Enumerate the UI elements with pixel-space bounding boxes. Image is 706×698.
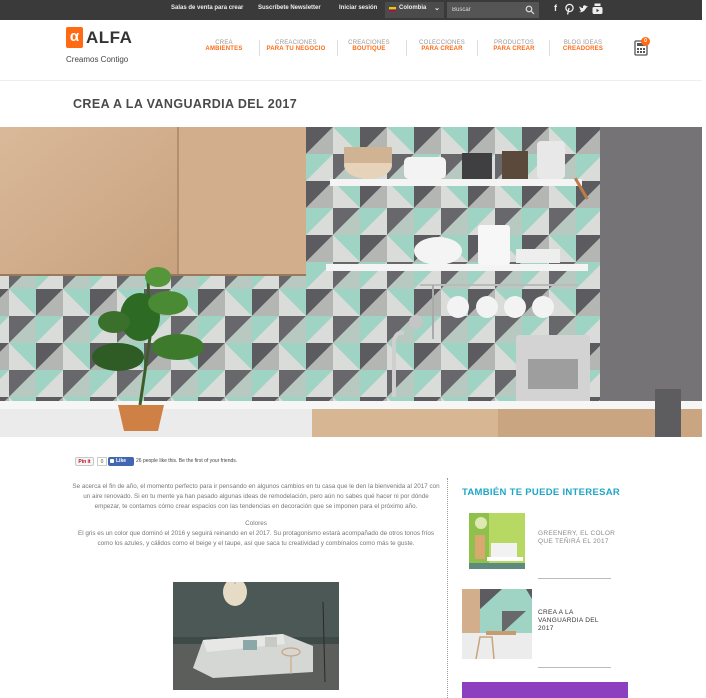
article-subheading: Colores [245, 520, 267, 527]
nav-bottom-label: BOUTIQUE [352, 46, 386, 52]
nav-creaciones-negocio[interactable]: CREACIONES PARA TU NEGOCIO [261, 40, 331, 52]
search-icon[interactable] [525, 5, 535, 15]
pin-count: 0 [97, 457, 107, 466]
related-divider [538, 578, 611, 579]
facebook-like-button[interactable]: Like [108, 457, 134, 466]
pinterest-icon[interactable] [564, 3, 575, 16]
colombia-flag-icon [389, 7, 396, 12]
country-label: Colombia [399, 5, 427, 11]
brand-logo[interactable]: α ALFA Creamos Contigo [66, 27, 156, 67]
login-link[interactable]: Iniciar sesión [339, 5, 377, 11]
nav-bottom-label: PARA CREAR [493, 46, 535, 52]
nav-blog-ideas[interactable]: BLOG IDEAS CREADORES [557, 40, 609, 52]
sidebar-promo-banner[interactable] [462, 682, 628, 698]
brand-name: ALFA [86, 28, 133, 47]
living-room-image [173, 582, 339, 690]
cart-count-badge: 0 [641, 37, 650, 46]
nav-bottom-label: PARA CREAR [421, 46, 463, 52]
nav-divider [406, 40, 407, 56]
related-item-greenery[interactable]: GREENERY, EL COLOR QUE TEÑIRÁ EL 2017 [462, 513, 622, 569]
country-select[interactable]: Colombia ⌄ [385, 2, 444, 18]
nav-divider [259, 40, 260, 56]
nav-bottom-label: AMBIENTES [205, 46, 243, 52]
nav-colecciones[interactable]: COLECCIONES PARA CREAR [413, 40, 471, 52]
content-sidebar-divider [447, 478, 448, 698]
search-input[interactable] [447, 2, 525, 18]
nav-divider [549, 40, 550, 56]
header-divider [0, 80, 702, 81]
facebook-like-text: 26 people like this. Be the first of you… [136, 458, 238, 464]
nav-divider [477, 40, 478, 56]
nav-creaciones-boutique[interactable]: CREACIONES BOUTIQUE [341, 40, 397, 52]
youtube-icon[interactable] [592, 3, 603, 16]
nav-crea-ambientes[interactable]: CREA AMBIENTES [199, 40, 249, 52]
article-body: Se acerca el fin de año, el momento perf… [70, 482, 442, 549]
related-thumb-vanguardia [462, 589, 532, 659]
search-box [447, 2, 539, 18]
nav-divider [337, 40, 338, 56]
stores-link[interactable]: Salas de venta para crear [171, 5, 243, 11]
chevron-down-icon: ⌄ [434, 5, 440, 12]
related-title: GREENERY, EL COLOR QUE TEÑIRÁ EL 2017 [538, 530, 616, 545]
related-heading: TAMBIÉN TE PUEDE INTERESAR [462, 487, 621, 498]
related-divider [538, 667, 611, 668]
brand-tagline: Creamos Contigo [66, 55, 129, 64]
nav-bottom-label: PARA TU NEGOCIO [266, 46, 326, 52]
twitter-icon[interactable] [578, 3, 589, 16]
page-title: CREA A LA VANGUARDIA DEL 2017 [73, 97, 298, 111]
hero-kitchen-image [0, 127, 702, 437]
related-title: CREA A LA VANGUARDIA DEL 2017 [538, 609, 599, 632]
top-bar: Salas de venta para crear Suscríbete New… [0, 0, 702, 20]
nav-bottom-label: CREADORES [562, 46, 604, 52]
facebook-icon[interactable]: f [550, 3, 561, 16]
article-paragraph: El gris es un color que dominó el 2016 y… [78, 530, 434, 547]
alfa-logo-icon: α [66, 27, 83, 48]
nav-productos[interactable]: PRODUCTOS PARA CREAR [486, 40, 542, 52]
pinterest-pin-button[interactable]: Pin it [75, 457, 94, 466]
related-item-vanguardia[interactable]: CREA A LA VANGUARDIA DEL 2017 [462, 589, 622, 659]
related-thumb-greenery [469, 513, 525, 569]
article-intro: Se acerca el fin de año, el momento perf… [72, 483, 440, 510]
newsletter-link[interactable]: Suscríbete Newsletter [258, 5, 321, 11]
